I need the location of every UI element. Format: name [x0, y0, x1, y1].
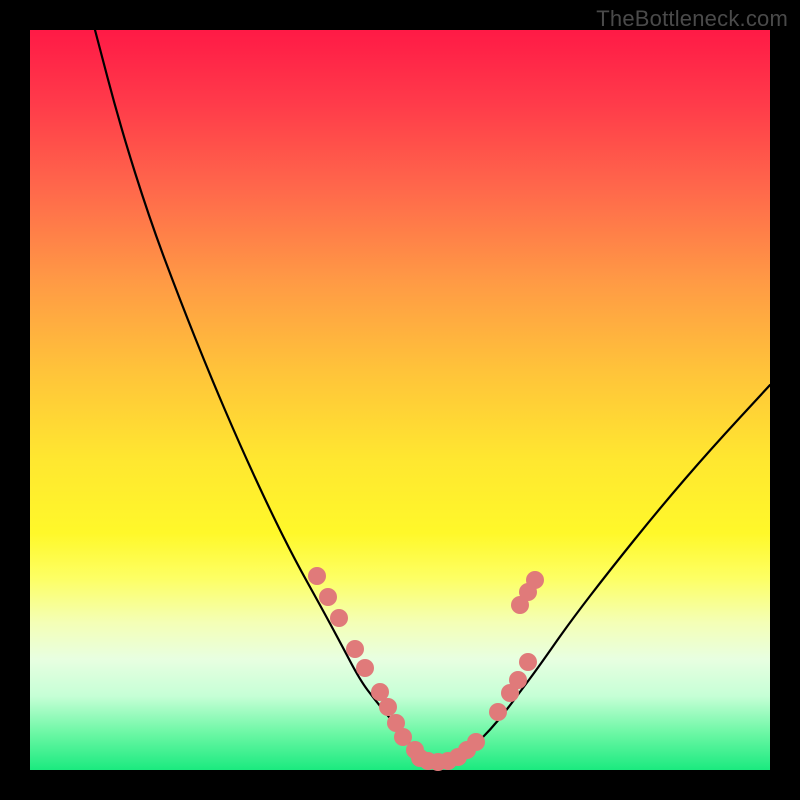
data-dot — [526, 571, 544, 589]
data-dot — [319, 588, 337, 606]
data-dot — [346, 640, 364, 658]
left-curve — [95, 30, 440, 762]
data-dot — [489, 703, 507, 721]
data-dot — [330, 609, 348, 627]
data-dot — [308, 567, 326, 585]
curves-group — [95, 30, 770, 763]
data-dot — [356, 659, 374, 677]
data-dot — [467, 733, 485, 751]
curve-svg — [30, 30, 770, 770]
plot-area — [30, 30, 770, 770]
data-dot — [509, 671, 527, 689]
chart-frame: TheBottleneck.com — [0, 0, 800, 800]
data-dot — [379, 698, 397, 716]
dots-group — [308, 567, 544, 771]
watermark-text: TheBottleneck.com — [596, 6, 788, 32]
data-dot — [519, 653, 537, 671]
